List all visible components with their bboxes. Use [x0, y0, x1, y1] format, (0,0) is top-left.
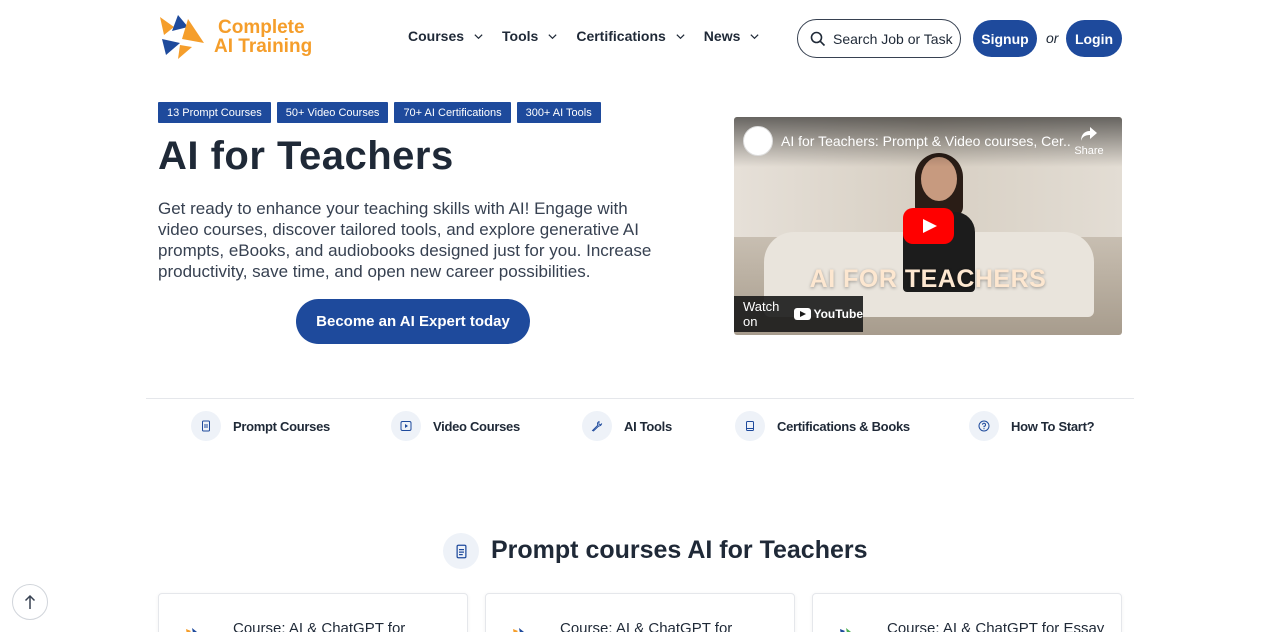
- share-icon: [1081, 127, 1097, 141]
- play-button[interactable]: [903, 208, 954, 244]
- badge-certifications[interactable]: 70+ AI Certifications: [394, 102, 511, 123]
- document-icon: [191, 411, 221, 441]
- hero-badges: 13 Prompt Courses 50+ Video Courses 70+ …: [158, 102, 601, 123]
- logo-mark-icon: [160, 15, 204, 59]
- brand-line2: AI Training: [214, 36, 313, 57]
- site-header: Complete AI Training Courses Tools Certi…: [0, 0, 1280, 76]
- video-embed[interactable]: AI for Teachers: Prompt & Video courses,…: [734, 117, 1122, 335]
- book-icon: [735, 411, 765, 441]
- hero-description: Get ready to enhance your teaching skill…: [158, 199, 652, 281]
- course-thumbnail-icon: [186, 628, 197, 632]
- watch-on-youtube[interactable]: Watch on YouTube: [734, 296, 863, 332]
- nav-item-courses[interactable]: Courses: [408, 28, 484, 44]
- badge-ai-tools[interactable]: 300+ AI Tools: [516, 102, 601, 123]
- brand-name: Complete AI Training: [214, 18, 312, 56]
- badge-video-courses[interactable]: 50+ Video Courses: [276, 102, 389, 123]
- brand-line1: Complete: [218, 17, 305, 38]
- badge-prompt-courses[interactable]: 13 Prompt Courses: [158, 102, 271, 123]
- search-input[interactable]: [833, 30, 953, 47]
- tab-label: Certifications & Books: [777, 418, 910, 434]
- section-title: Prompt courses AI for Teachers: [491, 536, 868, 564]
- chevron-down-icon: [474, 33, 483, 39]
- course-title: Course: AI & ChatGPT for: [560, 620, 733, 632]
- tab-label: How To Start?: [1011, 418, 1095, 434]
- nav-label: News: [703, 28, 741, 44]
- become-expert-button[interactable]: Become an AI Expert today: [296, 299, 530, 344]
- nav-item-news[interactable]: News: [704, 28, 761, 44]
- course-card[interactable]: Course: AI & ChatGPT for: [485, 593, 795, 632]
- back-to-top-button[interactable]: [12, 584, 48, 620]
- course-title: Course: AI & ChatGPT for Essay: [887, 620, 1105, 632]
- section-divider: [146, 398, 1134, 399]
- channel-avatar[interactable]: [743, 126, 773, 156]
- course-title: Course: AI & ChatGPT for: [233, 620, 406, 632]
- share-label: Share: [1074, 145, 1104, 157]
- chevron-down-icon: [750, 33, 759, 39]
- tab-label: Video Courses: [433, 418, 520, 434]
- or-separator: or: [1046, 30, 1059, 46]
- course-card[interactable]: Course: AI & ChatGPT for: [158, 593, 468, 632]
- course-thumbnail-icon: [840, 628, 851, 632]
- tab-label: Prompt Courses: [233, 418, 330, 434]
- nav-label: Tools: [502, 28, 539, 44]
- tab-video-courses[interactable]: Video Courses: [391, 411, 520, 441]
- search-icon: [810, 31, 826, 46]
- youtube-icon: [794, 308, 812, 320]
- main-nav: Courses Tools Certifications News: [408, 28, 760, 44]
- video-caption: AI FOR TEACHERS: [809, 265, 1047, 293]
- search-box[interactable]: [797, 19, 961, 58]
- document-icon: [443, 533, 479, 569]
- page-title: AI for Teachers: [158, 134, 454, 178]
- brand-logo[interactable]: Complete AI Training: [158, 13, 312, 61]
- nav-item-certifications[interactable]: Certifications: [576, 28, 685, 44]
- watch-on-label: Watch on: [743, 299, 780, 329]
- nav-label: Certifications: [576, 28, 666, 44]
- arrow-up-icon: [24, 594, 36, 609]
- share-button[interactable]: Share: [1074, 126, 1104, 157]
- youtube-logo: YouTube: [794, 307, 863, 321]
- course-card[interactable]: Course: AI & ChatGPT for Essay: [812, 593, 1122, 632]
- help-icon: [969, 411, 999, 441]
- tab-ai-tools[interactable]: AI Tools: [582, 411, 672, 441]
- tab-prompt-courses[interactable]: Prompt Courses: [191, 411, 330, 441]
- tab-how-to-start[interactable]: How To Start?: [969, 411, 1095, 441]
- play-icon: [391, 411, 421, 441]
- course-thumbnail-icon: [513, 628, 524, 632]
- signup-button[interactable]: Signup: [973, 20, 1037, 57]
- tab-certifications-books[interactable]: Certifications & Books: [735, 411, 910, 441]
- tab-label: AI Tools: [624, 418, 672, 434]
- chevron-down-icon: [548, 33, 557, 39]
- login-button[interactable]: Login: [1066, 20, 1122, 57]
- nav-item-tools[interactable]: Tools: [502, 28, 558, 44]
- youtube-label: YouTube: [813, 307, 863, 321]
- wrench-icon: [582, 411, 612, 441]
- video-title[interactable]: AI for Teachers: Prompt & Video courses,…: [781, 133, 1071, 149]
- nav-label: Courses: [408, 28, 465, 44]
- chevron-down-icon: [676, 33, 685, 39]
